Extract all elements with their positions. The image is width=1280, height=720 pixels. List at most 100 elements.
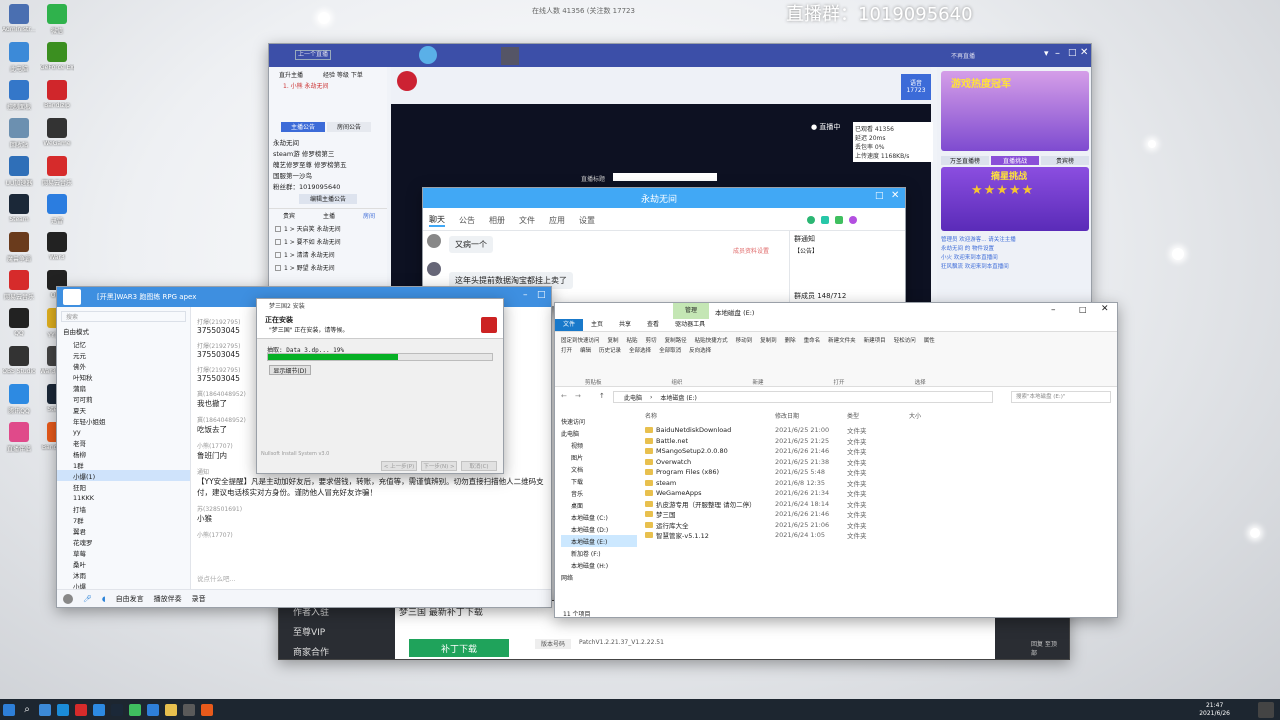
start-button[interactable] bbox=[0, 699, 18, 720]
tab-host-announce[interactable]: 主播公告 bbox=[281, 122, 325, 132]
file-row[interactable]: MSangoSetup2.0.0.80 2021/6/26 21:46 文件夹 bbox=[645, 446, 945, 457]
file-row[interactable]: Program Files (x86) 2021/6/25 5:48 文件夹 bbox=[645, 467, 945, 478]
tab-room-announce[interactable]: 房间公告 bbox=[327, 122, 371, 132]
next-button[interactable]: 下一步(N) > bbox=[421, 461, 457, 471]
ribbon-button[interactable]: 全部取消 bbox=[659, 346, 681, 354]
chat-tab[interactable]: 房间 bbox=[363, 211, 375, 220]
tab-4[interactable]: 应用 bbox=[549, 215, 565, 226]
nav-item[interactable]: 此电脑 bbox=[561, 427, 637, 439]
ribbon-button[interactable]: 编辑 bbox=[580, 346, 591, 354]
member-item[interactable]: 11KKK bbox=[57, 492, 190, 503]
nav-item[interactable]: 视频 bbox=[561, 439, 637, 451]
desktop-icon[interactable]: OBS Studio bbox=[2, 346, 36, 375]
checkbox[interactable] bbox=[275, 238, 281, 245]
nav-item[interactable]: 快速访问 bbox=[561, 415, 637, 427]
close-icon[interactable]: ✕ bbox=[1101, 304, 1109, 314]
member-item[interactable]: 7群 bbox=[57, 514, 190, 525]
chat-line[interactable]: 1 > 野望 永劫无间 bbox=[269, 261, 387, 274]
column-header[interactable]: 修改日期 bbox=[775, 411, 847, 420]
edit-announce-button[interactable]: 编辑主播公告 bbox=[299, 194, 357, 204]
manage-tab[interactable]: 管理 bbox=[673, 303, 709, 319]
member-item[interactable]: 佛外 bbox=[57, 360, 190, 371]
ribbon-tab[interactable]: 文件 bbox=[555, 319, 584, 331]
rank-tab[interactable]: 贵宾榜 bbox=[1041, 155, 1089, 165]
volume-icon[interactable]: ◖ bbox=[102, 595, 106, 603]
search-input[interactable]: 搜索"本地磁盘 (E:)" bbox=[1011, 391, 1111, 403]
desktop-icon[interactable]: UU加速器 bbox=[2, 156, 36, 187]
ribbon-button[interactable]: 剪切 bbox=[646, 336, 657, 344]
tab-0[interactable]: 聊天 bbox=[429, 214, 445, 227]
breadcrumb[interactable]: 本地磁盘 (E:) bbox=[660, 393, 696, 402]
left-tab[interactable]: 经验 等级 下单 bbox=[323, 70, 363, 79]
file-row[interactable]: 智慧管家-v5.1.12 2021/6/24 1:05 文件夹 bbox=[645, 530, 945, 541]
file-row[interactable]: WeGameApps 2021/6/26 21:34 文件夹 bbox=[645, 488, 945, 499]
ribbon-button[interactable]: 轻松访问 bbox=[894, 336, 916, 344]
checkbox[interactable] bbox=[275, 251, 281, 258]
file-row[interactable]: BaiduNetdiskDownload 2021/6/25 21:00 文件夹 bbox=[645, 425, 945, 436]
desktop-icon[interactable]: 腾讯QQ bbox=[2, 384, 36, 415]
checkbox[interactable] bbox=[275, 264, 281, 271]
home-icon[interactable] bbox=[63, 289, 81, 305]
column-header[interactable]: 大小 bbox=[909, 411, 949, 420]
ribbon-button[interactable]: 反向选择 bbox=[689, 346, 711, 354]
desktop-icon[interactable]: Bandizip bbox=[40, 80, 74, 109]
ribbon-button[interactable]: 粘贴 bbox=[627, 336, 638, 344]
member-item[interactable]: 叶知秋 bbox=[57, 371, 190, 382]
desktop-icon[interactable]: 网易云音乐 bbox=[40, 156, 74, 187]
avatar[interactable] bbox=[419, 46, 437, 64]
taskbar-app-icon[interactable] bbox=[72, 699, 90, 720]
breadcrumb[interactable]: 此电脑 bbox=[624, 393, 642, 402]
column-header[interactable]: 类型 bbox=[847, 411, 909, 420]
taskbar-app-icon[interactable] bbox=[54, 699, 72, 720]
nav-item[interactable]: 本地磁盘 (D:) bbox=[561, 523, 637, 535]
member-item[interactable]: 桑叶 bbox=[57, 558, 190, 569]
file-row[interactable]: steam 2021/6/8 12:35 文件夹 bbox=[645, 478, 945, 489]
back-to-top[interactable]: 回复 至顶部 bbox=[1031, 639, 1061, 657]
title-input[interactable] bbox=[613, 173, 717, 181]
member-item[interactable]: 元元 bbox=[57, 349, 190, 360]
stop-stream-button[interactable]: 不再直播 bbox=[951, 51, 975, 60]
ribbon-button[interactable]: 删除 bbox=[785, 336, 796, 344]
record-button[interactable]: 录音 bbox=[192, 594, 206, 604]
ribbon-button[interactable]: 复制 bbox=[608, 336, 619, 344]
accompany-button[interactable]: 播放伴奏 bbox=[154, 594, 182, 604]
desktop-icon[interactable]: War3 bbox=[40, 232, 74, 261]
chat-line[interactable]: 1 > 天启笑 永劫无间 bbox=[269, 222, 387, 235]
member-item[interactable]: 小爆(1) bbox=[57, 470, 190, 481]
member-item[interactable]: 翼君 bbox=[57, 525, 190, 536]
nav-item[interactable]: 音乐 bbox=[561, 487, 637, 499]
taskbar-app-icon[interactable] bbox=[90, 699, 108, 720]
ribbon-button[interactable]: 粘贴快捷方式 bbox=[695, 336, 728, 344]
member-item[interactable]: 老哥 bbox=[57, 437, 190, 448]
member-item[interactable]: 草莓 bbox=[57, 547, 190, 558]
side-item[interactable]: 商家合作 bbox=[279, 641, 379, 659]
show-details-button[interactable]: 显示细节(D) bbox=[269, 365, 311, 375]
avatar[interactable] bbox=[427, 234, 441, 248]
nav-item[interactable]: 本地磁盘 (E:) bbox=[561, 535, 637, 547]
member-item[interactable]: 记忆 bbox=[57, 338, 190, 349]
maximize-icon[interactable]: □ bbox=[875, 191, 884, 201]
prev-stream-button[interactable]: 上一个直播 bbox=[295, 50, 331, 60]
chat-tab[interactable]: 贵宾 bbox=[283, 211, 295, 220]
column-header[interactable]: 名称 bbox=[645, 411, 775, 420]
taskbar-app-icon[interactable] bbox=[126, 699, 144, 720]
desktop-icon[interactable]: 魔兽争霸 bbox=[2, 232, 36, 263]
member-settings-link[interactable]: 成员资料设置 bbox=[733, 246, 769, 255]
desktop-icon[interactable]: QQ bbox=[2, 308, 36, 337]
avatar[interactable] bbox=[1258, 701, 1274, 718]
taskbar-app-icon[interactable] bbox=[108, 699, 126, 720]
address-bar[interactable]: 此电脑 › 本地磁盘 (E:) bbox=[613, 391, 993, 403]
ribbon-button[interactable]: 重命名 bbox=[804, 336, 821, 344]
rank-tab[interactable]: 万圣直播榜 bbox=[941, 155, 989, 165]
chat-input[interactable]: 说点什么吧... bbox=[197, 573, 547, 585]
ribbon-tab[interactable]: 主页 bbox=[583, 319, 611, 331]
chat-line[interactable]: 1 > 清清 永劫无间 bbox=[269, 248, 387, 261]
member-item[interactable]: 花魂罗 bbox=[57, 536, 190, 547]
nav-item[interactable]: 桌面 bbox=[561, 499, 637, 511]
member-item[interactable]: yy bbox=[57, 426, 190, 437]
minimize-icon[interactable]: – bbox=[1051, 305, 1056, 315]
maximize-icon[interactable]: □ bbox=[1068, 48, 1077, 58]
tab-1[interactable]: 公告 bbox=[459, 215, 475, 226]
nav-item[interactable]: 文档 bbox=[561, 463, 637, 475]
back-arrow-icon[interactable]: ← bbox=[561, 392, 567, 400]
